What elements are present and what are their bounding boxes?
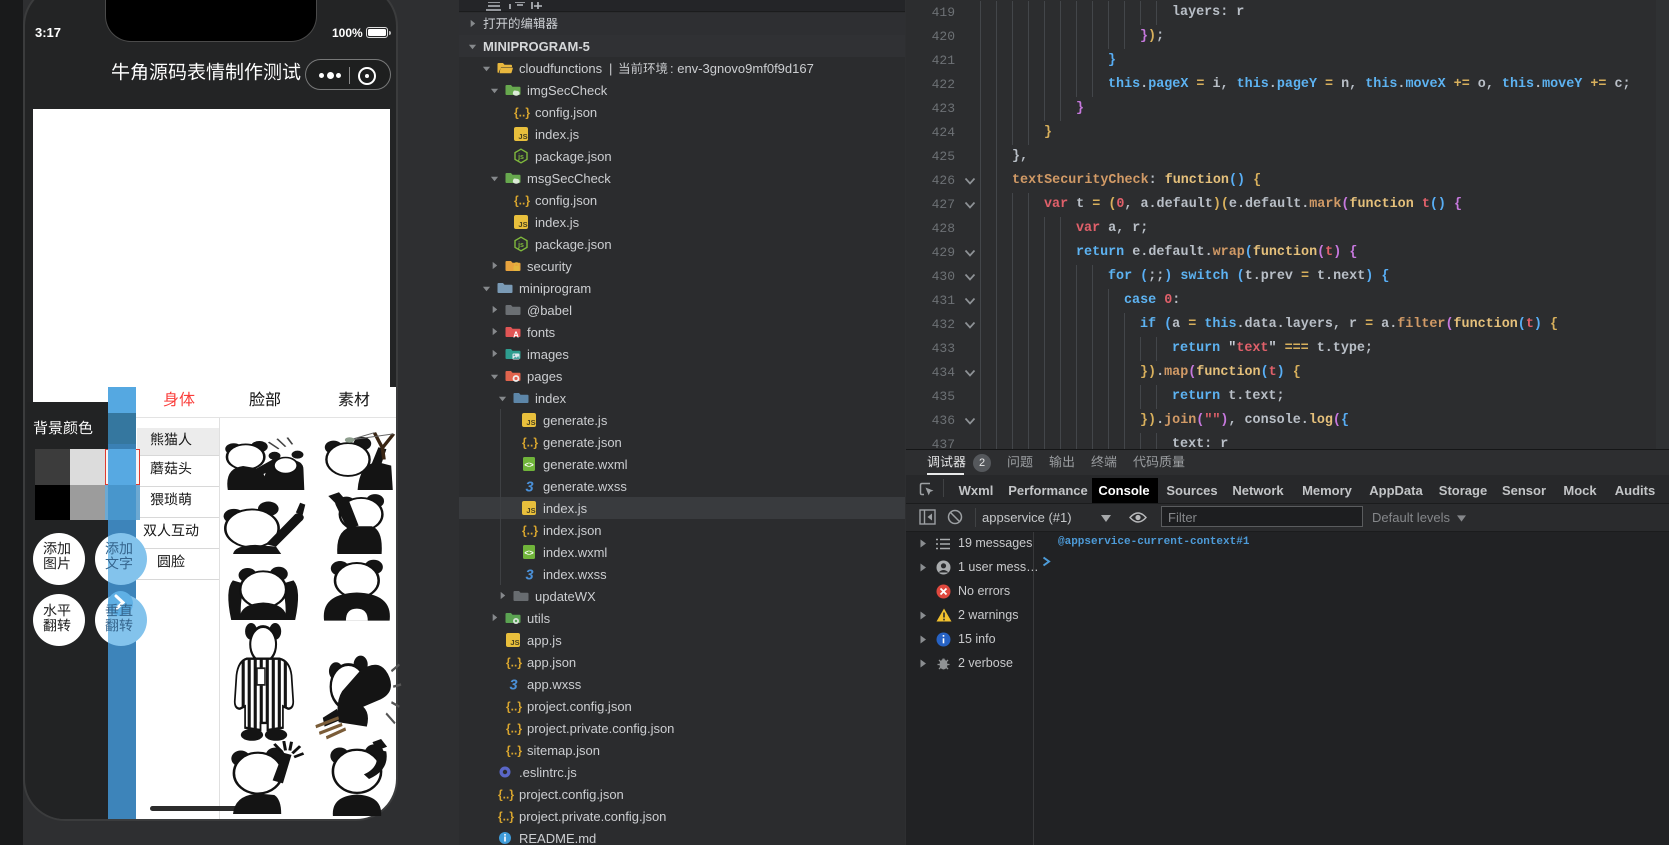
svg-text:{..}: {..} (498, 810, 514, 824)
svg-text:{..}: {..} (498, 788, 514, 802)
svg-text:3: 3 (525, 480, 533, 495)
svg-text:3: 3 (509, 678, 517, 693)
svg-text:A: A (513, 331, 519, 340)
svg-text:JS: JS (526, 418, 535, 427)
svg-text:JS: JS (518, 220, 527, 229)
svg-text:JS: JS (518, 132, 527, 141)
svg-text:{..}: {..} (522, 436, 538, 450)
svg-text:{..}: {..} (514, 106, 530, 120)
svg-text:js: js (517, 154, 524, 161)
svg-text:js: js (517, 242, 524, 249)
svg-text:JS: JS (510, 638, 519, 647)
svg-text:<>: <> (524, 461, 534, 470)
svg-text:3: 3 (525, 568, 533, 583)
svg-text:{..}: {..} (514, 194, 530, 208)
svg-text:{..}: {..} (506, 744, 522, 758)
svg-text:{..}: {..} (506, 656, 522, 670)
svg-text:{..}: {..} (506, 722, 522, 736)
svg-text:{..}: {..} (522, 524, 538, 538)
svg-text:<>: <> (524, 549, 534, 558)
svg-text:{..}: {..} (506, 700, 522, 714)
svg-text:JS: JS (526, 506, 535, 515)
